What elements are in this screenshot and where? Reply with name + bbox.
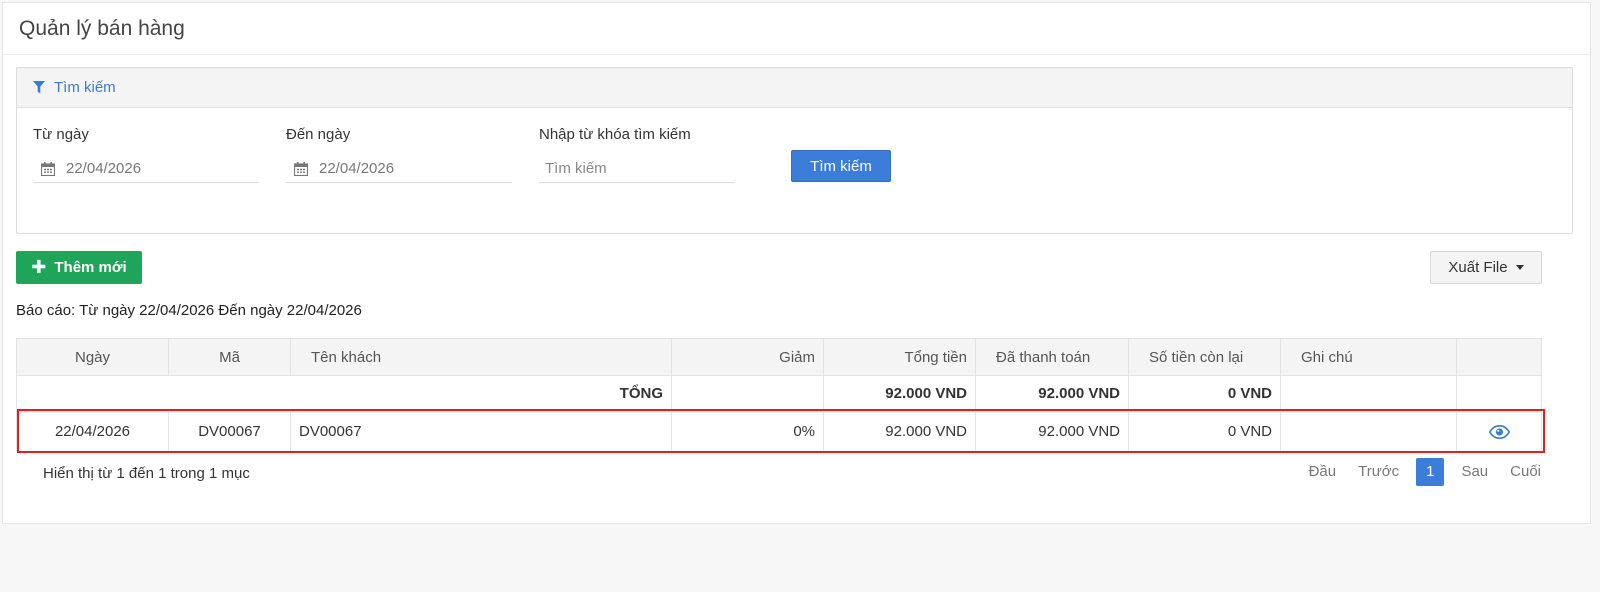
total-actions bbox=[1456, 375, 1542, 412]
keyword-label: Nhập từ khóa tìm kiếm bbox=[539, 126, 691, 143]
cell-da-thanh-toan: 92.000 VND bbox=[975, 411, 1129, 452]
column-header-tong-tien[interactable]: Tổng tiền bbox=[823, 338, 976, 376]
column-header-giam[interactable]: Giảm bbox=[671, 338, 824, 376]
column-header-ghi-chu[interactable]: Ghi chú bbox=[1280, 338, 1457, 376]
add-new-label: Thêm mới bbox=[54, 259, 127, 276]
total-tong-tien: 92.000 VND bbox=[823, 375, 976, 412]
cell-giam: 0% bbox=[671, 411, 824, 452]
page-title: Quản lý bán hàng bbox=[19, 17, 185, 40]
total-da-thanh-toan: 92.000 VND bbox=[975, 375, 1129, 412]
search-panel-title: Tìm kiếm bbox=[54, 79, 116, 96]
column-header-ma[interactable]: Mã bbox=[168, 338, 291, 376]
eye-icon[interactable] bbox=[1488, 425, 1510, 440]
column-header-ngay[interactable]: Ngày bbox=[16, 338, 169, 376]
export-file-label: Xuất File bbox=[1448, 259, 1508, 276]
cell-actions bbox=[1456, 411, 1542, 452]
total-row: TỔNG 92.000 VND 92.000 VND 0 VND bbox=[16, 375, 1542, 412]
report-range-text: Báo cáo: Từ ngày 22/04/2026 Đến ngày 22/… bbox=[16, 302, 362, 319]
page-prev-button[interactable]: Trước bbox=[1347, 458, 1410, 486]
table-header-row: Ngày Mã Tên khách Giảm Tổng tiền Đã than… bbox=[16, 338, 1542, 376]
cell-ten-khach: DV00067 bbox=[290, 411, 672, 452]
from-date-field[interactable]: 22/04/2026 bbox=[33, 155, 259, 183]
column-header-ten-khach[interactable]: Tên khách bbox=[290, 338, 672, 376]
title-divider bbox=[3, 54, 1590, 55]
add-new-button[interactable]: ✚ Thêm mới bbox=[16, 251, 142, 284]
column-header-so-tien-con-lai[interactable]: Số tiền còn lại bbox=[1128, 338, 1281, 376]
export-file-button[interactable]: Xuất File bbox=[1430, 251, 1542, 284]
to-date-field[interactable]: 22/04/2026 bbox=[286, 155, 512, 183]
calendar-icon bbox=[294, 161, 308, 176]
search-panel-header[interactable]: Tìm kiếm bbox=[17, 68, 1572, 108]
search-panel: Tìm kiếm Từ ngày 22/04/2026 Đến ngày 22/… bbox=[16, 67, 1573, 234]
page-current-button[interactable]: 1 bbox=[1416, 458, 1445, 486]
filter-icon bbox=[33, 81, 45, 94]
page-next-button[interactable]: Sau bbox=[1450, 458, 1499, 486]
table-row: 22/04/2026 DV00067 DV00067 0% 92.000 VND… bbox=[16, 411, 1542, 452]
keyword-search-input[interactable] bbox=[539, 155, 735, 183]
total-ghi-chu bbox=[1280, 375, 1457, 412]
to-date-label: Đến ngày bbox=[286, 126, 351, 143]
to-date-value: 22/04/2026 bbox=[319, 160, 395, 177]
page-first-button[interactable]: Đầu bbox=[1298, 458, 1348, 486]
pagination: Đầu Trước 1 Sau Cuối bbox=[1298, 458, 1552, 486]
from-date-value: 22/04/2026 bbox=[66, 160, 142, 177]
calendar-icon bbox=[41, 161, 55, 176]
column-header-actions bbox=[1456, 338, 1542, 376]
pagination-info: Hiển thị từ 1 đến 1 trong 1 mục bbox=[43, 465, 250, 482]
cell-con-lai: 0 VND bbox=[1128, 411, 1281, 452]
cell-ghi-chu bbox=[1280, 411, 1457, 452]
cell-tong-tien: 92.000 VND bbox=[823, 411, 976, 452]
caret-down-icon bbox=[1515, 265, 1524, 270]
page-last-button[interactable]: Cuối bbox=[1499, 458, 1552, 486]
cell-ngay: 22/04/2026 bbox=[16, 411, 169, 452]
from-date-label: Từ ngày bbox=[33, 126, 89, 143]
cell-ma-link[interactable]: DV00067 bbox=[168, 411, 291, 452]
total-label: TỔNG bbox=[16, 375, 672, 412]
sales-table: Ngày Mã Tên khách Giảm Tổng tiền Đã than… bbox=[16, 338, 1542, 452]
column-header-da-thanh-toan[interactable]: Đã thanh toán bbox=[975, 338, 1129, 376]
total-giam bbox=[671, 375, 824, 412]
total-con-lai: 0 VND bbox=[1128, 375, 1281, 412]
plus-icon: ✚ bbox=[31, 257, 47, 277]
search-button[interactable]: Tìm kiếm bbox=[791, 150, 891, 182]
